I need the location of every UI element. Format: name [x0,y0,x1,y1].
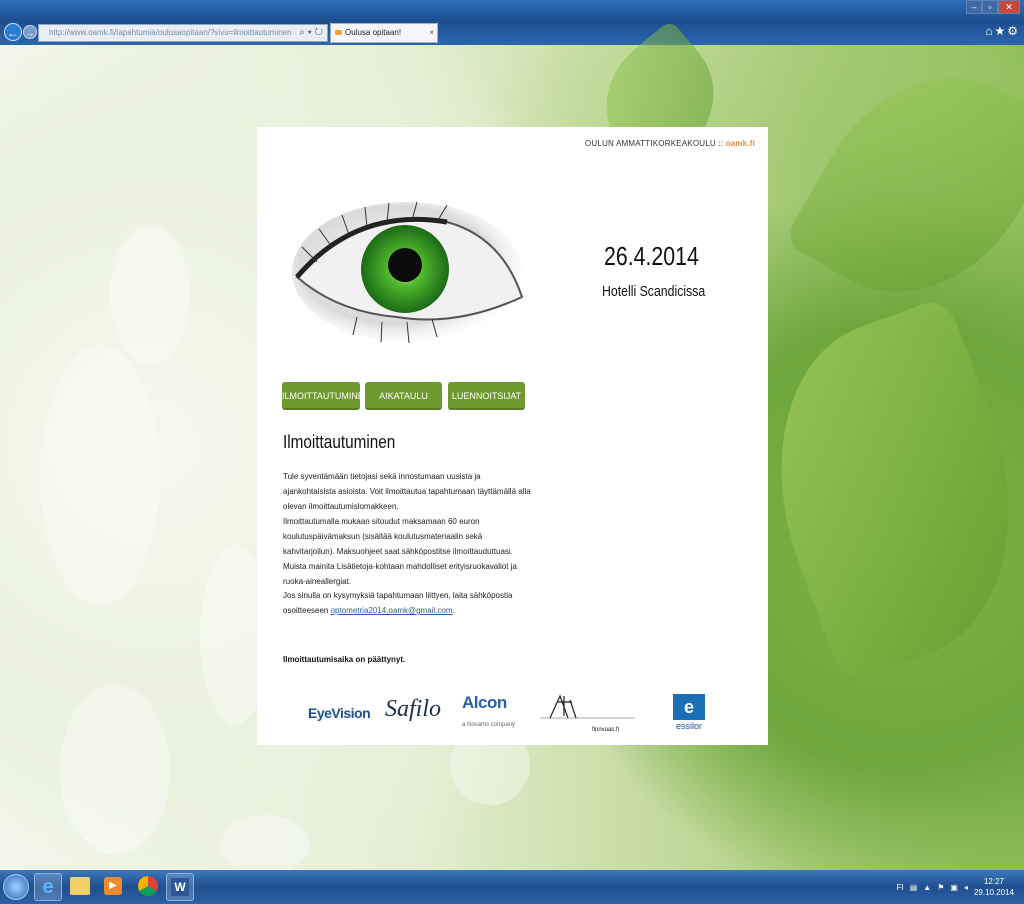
logo-finnvuas-text: finnvuas.fi [592,727,620,733]
forward-arrow-icon[interactable]: → [23,25,37,39]
toolbar-icons: ⌂★⚙ [985,24,1020,38]
minimize-icon[interactable]: – [966,0,982,14]
content-card: OULUN AMMATTIKORKEAKOULU :: oamk.fi 26.4… [257,127,768,745]
nav-button-aikataulu[interactable]: AIKATAULU [365,382,442,410]
media-player-icon[interactable]: ▶ [104,877,122,895]
email-link[interactable]: optometria2014.oamk@gmail.com [331,606,453,615]
chrome-icon[interactable] [138,876,158,896]
flag-icon[interactable]: ⚑ [937,883,944,892]
event-venue: Hotelli Scandicissa [602,283,706,300]
explorer-folder-icon[interactable] [70,877,90,895]
logo-alcon: Alcon a Novartis company [462,693,515,728]
taskbar: e ▶ W FI ▤ ▲ ⚑ ▣ ◂ 12:27 29.10.2014 [0,870,1024,904]
logo-eyevision: EyeVision [308,705,371,721]
nav-button-ilmoittautuminen[interactable]: ILMOITTAUTUMINEN [282,382,370,410]
maximize-icon[interactable]: ▫ [982,0,998,14]
address-bar[interactable]: http://www.oamk.fi/tapahtumia/oulusaopit… [38,24,328,42]
logo-alcon-text: Alcon [462,693,507,712]
fee-paragraph: Ilmoittautumalla mukaan sitoudut maksama… [283,517,517,586]
nav-button-luennoitsijat[interactable]: LUENNOITSIJAT [448,382,525,410]
eye-image [292,201,524,344]
language-indicator[interactable]: FI [897,883,904,892]
essilor-icon: e [673,694,705,720]
word-icon[interactable]: W [166,873,194,901]
bokeh-light [40,345,160,605]
network-icon[interactable]: ▣ [950,883,958,892]
word-glyph-icon: W [171,878,189,896]
logo-alcon-sub: a Novartis company [462,722,516,728]
keyboard-icon[interactable]: ▤ [910,883,918,892]
close-icon[interactable]: ✕ [998,0,1020,14]
favorites-star-icon[interactable]: ★ [994,24,1007,38]
volume-icon[interactable]: ◂ [964,883,968,892]
tab-close-icon[interactable]: × [429,24,434,42]
settings-gear-icon[interactable]: ⚙ [1007,24,1020,38]
finnvuas-graphic [540,694,635,719]
intro-paragraph: Tule syventämään tietojasi sekä innostum… [283,472,531,511]
start-button[interactable] [3,874,29,900]
tab-active[interactable]: Oulusa opitaan! Optikoiden... × [330,23,438,55]
system-tray: FI ▤ ▲ ⚑ ▣ ◂ 12:27 29.10.2014 [897,876,1014,898]
section-heading: Ilmoittautuminen [283,432,396,452]
logo-eyevision-text: EyeVision [308,705,371,721]
bokeh-light [110,225,190,365]
contact-paragraph: Jos sinulla on kysymyksiä tapahtumaan li… [283,588,533,618]
tray-expand-icon[interactable]: ▲ [923,883,931,892]
browser-toolbar: ← → http://www.oamk.fi/tapahtumia/oulusa… [0,0,1024,55]
logo-safilo: Safilo [385,696,441,723]
org-name: OULUN AMMATTIKORKEAKOULU :: [584,139,724,148]
contact-end: . [452,606,455,615]
address-url: http://www.oamk.fi/tapahtumia/oulusaopit… [49,28,292,37]
registration-closed-notice: Ilmoittautumisaika on päättynyt. [283,655,406,664]
window-controls: – ▫ ✕ [966,0,1020,14]
org-header: OULUN AMMATTIKORKEAKOULU :: oamk.fi [585,139,755,148]
event-date: 26.4.2014 [604,241,699,271]
search-refresh-icon[interactable]: ⌕ ▾ ↻ [299,25,323,41]
favicon-icon [335,30,342,35]
logo-safilo-text: Safilo [385,696,442,722]
org-link[interactable]: oamk.fi [726,139,755,148]
ie-icon[interactable]: e [34,873,62,901]
logo-essilor: e essilor [669,694,709,731]
bokeh-light [220,815,310,875]
back-arrow-icon[interactable]: ← [4,23,22,41]
logo-finnvuas: finnvuas.fi [540,692,635,733]
leaf-image [730,295,1024,685]
bokeh-light [60,685,170,855]
clock[interactable]: 12:27 29.10.2014 [974,876,1014,898]
clock-date: 29.10.2014 [973,888,1014,897]
clock-time: 12:27 [983,877,1004,886]
logo-essilor-text: essilor [675,721,702,731]
leaf-image [782,33,1024,337]
